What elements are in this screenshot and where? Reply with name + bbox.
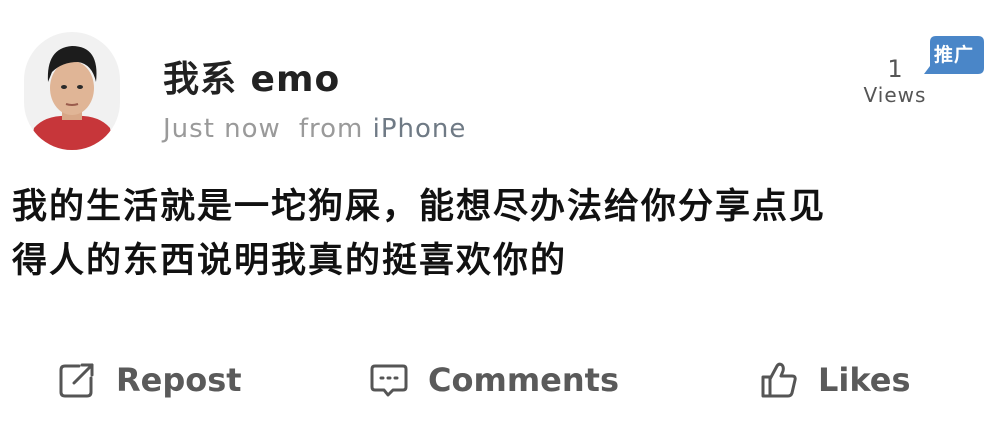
username[interactable]: 我系 emo — [163, 50, 340, 102]
avatar-portrait-image — [24, 32, 120, 150]
repost-icon — [56, 359, 98, 401]
thumbs-up-icon — [758, 359, 800, 401]
likes-label: Likes — [818, 361, 911, 399]
repost-label: Repost — [116, 361, 242, 399]
views-label: Views — [863, 83, 927, 107]
post-meta: Just now from iPhone — [163, 114, 466, 144]
comments-button[interactable]: Comments — [368, 350, 619, 410]
post-content-line: 得人的东西说明我真的挺喜欢你的 — [12, 241, 568, 281]
action-bar: Repost Comments Likes — [0, 350, 1000, 410]
post-content: 我的生活就是一坨狗屎，能想尽办法给你分享点见 得人的东西说明我真的挺喜欢你的 — [12, 180, 987, 288]
post-content-line: 我的生活就是一坨狗屎，能想尽办法给你分享点见 — [12, 187, 827, 227]
comment-icon — [368, 359, 410, 401]
views-counter: 1 Views — [850, 56, 940, 108]
post-time: Just now — [163, 114, 281, 144]
comments-label: Comments — [428, 361, 619, 399]
source-prefix: from — [298, 114, 364, 144]
weibo-post-card: 我系 emo Just now from iPhone 推广 1 Views 我的… — [0, 0, 1000, 440]
likes-button[interactable]: Likes — [758, 350, 911, 410]
post-source: iPhone — [372, 114, 467, 144]
repost-button[interactable]: Repost — [56, 350, 242, 410]
avatar[interactable] — [24, 32, 120, 150]
views-count: 1 — [887, 55, 903, 83]
